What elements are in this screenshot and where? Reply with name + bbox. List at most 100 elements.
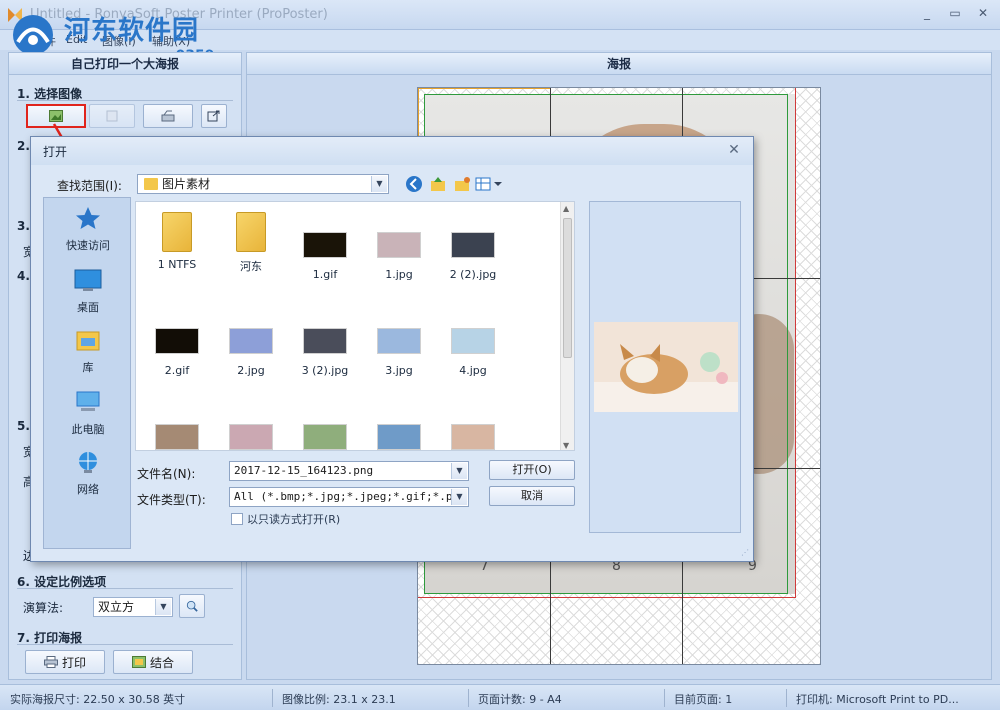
status-image-ratio: 图像比例: 23.1 x 23.1	[282, 693, 396, 706]
section-5: 5.	[17, 419, 30, 433]
close-button[interactable]: ✕	[974, 6, 992, 20]
file-item[interactable]: 3.jpg	[362, 308, 436, 377]
file-item[interactable]: 2.gif	[140, 308, 214, 377]
readonly-option[interactable]: 以只读方式打开(R)	[231, 511, 340, 527]
minimize-button[interactable]: _	[918, 6, 936, 20]
image-thumbnail	[303, 424, 347, 450]
file-name: 河东	[240, 260, 262, 273]
file-name: 3 (2).jpg	[301, 364, 349, 377]
zoom-button[interactable]	[179, 594, 205, 618]
status-bar: 实际海报尺寸: 22.50 x 30.58 英寸 图像比例: 23.1 x 23…	[0, 684, 1000, 710]
scroll-up-icon[interactable]: ▲	[563, 204, 569, 213]
combine-button-label: 结合	[149, 655, 174, 670]
place-libraries[interactable]: 库	[44, 328, 132, 375]
file-item[interactable]: 1.jpg	[362, 212, 436, 281]
image-thumbnail	[155, 424, 199, 450]
print-button-label: 打印	[61, 655, 86, 670]
look-in-value: 图片素材	[162, 177, 211, 191]
menu-aux[interactable]: 辅助(X)	[152, 33, 190, 49]
desktop-icon	[74, 269, 102, 291]
scanner-icon	[161, 110, 175, 122]
file-item[interactable]: 2.jpg	[214, 308, 288, 377]
paste-button[interactable]	[89, 104, 135, 128]
file-name: 4.jpg	[459, 364, 487, 377]
dialog-close-button[interactable]: ✕	[725, 141, 743, 159]
view-menu-icon[interactable]	[475, 175, 503, 193]
image-thumbnail	[303, 328, 347, 354]
image-thumbnail	[377, 328, 421, 354]
file-item[interactable]: 2 (2).jpg	[436, 212, 510, 281]
back-icon[interactable]	[405, 175, 423, 193]
settings-panel-header: 自己打印一个大海报	[9, 53, 241, 75]
dialog-title: 打开	[43, 145, 68, 159]
file-item[interactable]: 3 (2).jpg	[288, 308, 362, 377]
up-folder-icon[interactable]	[429, 175, 447, 193]
folder-icon	[236, 212, 266, 252]
chevron-down-icon: ▼	[155, 599, 171, 615]
place-label: 快速访问	[66, 239, 110, 252]
menu-edit[interactable]: Edit	[66, 33, 87, 46]
network-icon	[79, 452, 97, 473]
algorithm-value: 双立方	[98, 600, 135, 614]
file-name-input[interactable]: 2017-12-15_164123.png ▼	[229, 461, 469, 481]
place-label: 此电脑	[71, 423, 105, 436]
file-name: 2.gif	[164, 364, 190, 377]
place-label: 桌面	[77, 301, 99, 314]
file-name: 2 (2).jpg	[449, 268, 497, 281]
folder-icon	[162, 212, 192, 252]
image-thumbnail	[451, 328, 495, 354]
scroll-down-icon[interactable]: ▼	[563, 441, 569, 450]
external-button[interactable]	[201, 104, 227, 128]
divider	[17, 644, 233, 645]
menu-image[interactable]: 图像(I)	[102, 33, 136, 49]
maximize-button[interactable]: ▭	[946, 6, 964, 20]
file-name: 1.gif	[312, 268, 338, 281]
combine-button[interactable]: 结合	[113, 650, 193, 674]
file-list-scrollbar[interactable]: ▲ ▼	[560, 202, 574, 450]
place-quick-access[interactable]: 快速访问	[44, 206, 132, 253]
file-item[interactable]	[362, 404, 436, 450]
look-in-select[interactable]: 图片素材 ▼	[137, 174, 389, 194]
open-button[interactable]: 打开(O)	[489, 460, 575, 480]
section-4: 4.	[17, 269, 30, 283]
readonly-checkbox[interactable]	[231, 513, 243, 525]
highlight-box	[26, 104, 86, 128]
image-thumbnail	[451, 232, 495, 258]
place-network[interactable]: 网络	[44, 450, 132, 497]
file-type-value: All (*.bmp;*.jpg;*.jpeg;*.gif;*.png;*	[234, 490, 469, 503]
file-item[interactable]	[436, 404, 510, 450]
algorithm-select[interactable]: 双立方 ▼	[93, 597, 173, 617]
resize-grip-icon[interactable]: ⋰	[741, 548, 749, 557]
file-type-select[interactable]: All (*.bmp;*.jpg;*.jpeg;*.gif;*.png;* ▼	[229, 487, 469, 507]
file-item[interactable]	[140, 404, 214, 450]
file-item[interactable]: 1.gif	[288, 212, 362, 281]
dialog-title-bar: 打开 ✕	[31, 137, 753, 165]
place-label: 网络	[77, 483, 99, 496]
new-folder-icon[interactable]	[453, 175, 471, 193]
title-bar: Untitled - RonyaSoft Poster Printer (Pro…	[0, 0, 1000, 30]
file-name: 1.jpg	[385, 268, 413, 281]
places-bar: 快速访问 桌面 库 此电脑 网络	[43, 197, 131, 549]
print-button[interactable]: 打印	[25, 650, 105, 674]
status-divider	[664, 689, 665, 707]
menu-file[interactable]: 文件	[34, 33, 56, 49]
algorithm-label: 演算法:	[23, 601, 64, 615]
place-this-pc[interactable]: 此电脑	[44, 390, 132, 437]
place-desktop[interactable]: 桌面	[44, 268, 132, 315]
file-item[interactable]	[214, 404, 288, 450]
image-thumbnail	[377, 424, 421, 450]
file-name: 2.jpg	[237, 364, 265, 377]
file-item[interactable]	[288, 404, 362, 450]
scrollbar-thumb[interactable]	[563, 218, 572, 358]
folder-item[interactable]: 河东	[214, 212, 288, 274]
paste-icon	[106, 110, 118, 122]
combine-icon	[131, 656, 146, 668]
folder-item[interactable]: 1 NTFS	[140, 212, 214, 271]
section-2: 2.	[17, 139, 30, 153]
image-thumbnail	[451, 424, 495, 450]
scan-button[interactable]	[143, 104, 193, 128]
file-item[interactable]: 4.jpg	[436, 308, 510, 377]
cancel-button[interactable]: 取消	[489, 486, 575, 506]
open-file-dialog: 打开 ✕ 查找范围(I): 图片素材 ▼ 快速访问 桌面 库 此电脑 网络 1 …	[30, 136, 754, 562]
magnifier-icon	[186, 600, 198, 612]
